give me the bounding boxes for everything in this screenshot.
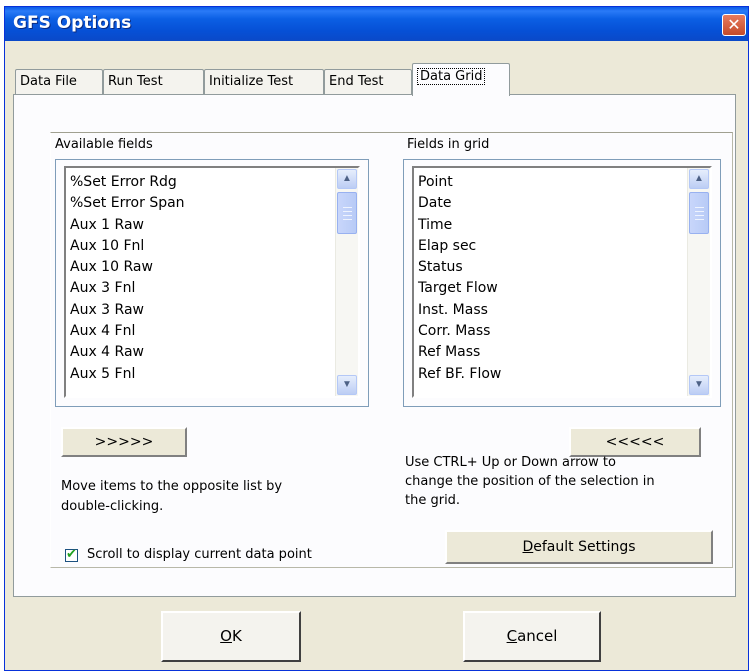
ok-button[interactable]: OK [161,611,301,662]
list-item[interactable]: Corr. Mass [418,321,501,342]
tab-label: Data Grid [417,68,486,85]
chevron-up-icon: ▲ [342,173,352,184]
grip-line [695,219,704,220]
grip-line [695,211,704,212]
scroll-thumb[interactable] [689,192,709,234]
tab-end-test[interactable]: End Test [324,69,412,95]
tab-run-test[interactable]: Run Test [103,69,204,95]
tab-label: Data File [20,74,77,89]
accelerator-key: O [220,627,232,645]
list-item[interactable]: %Set Error Span [70,193,185,214]
grip-line [695,207,704,208]
help-line: Use CTRL+ Up or Down arrow to [405,455,616,470]
move-help-text: Move items to the opposite list by doubl… [61,477,282,517]
tab-initialize-test[interactable]: Initialize Test [204,69,324,95]
fields-in-grid-frame: Point Date Time Elap sec Status Target F… [403,159,721,407]
list-item[interactable]: %Set Error Rdg [70,172,185,193]
grip-line [343,211,352,212]
grip-line [343,215,352,216]
reorder-help-text: Use CTRL+ Up or Down arrow to change the… [405,453,655,510]
move-right-label: >>>>> [94,434,154,450]
help-line: Move items to the opposite list by [61,479,283,494]
move-left-label: <<<<< [605,434,665,450]
accelerator-key: D [522,539,534,555]
available-fields-frame: %Set Error Rdg %Set Error Span Aux 1 Raw… [55,159,369,407]
tab-data-grid[interactable]: Data Grid [412,63,510,96]
help-line: double-clicking. [61,499,164,514]
title-bar[interactable]: GFS Options ✕ [5,7,748,41]
fields-group: Available fields %Set Error Rdg %Set Err… [50,132,733,568]
list-item[interactable]: Time [418,215,501,236]
chevron-down-icon: ▼ [342,379,352,390]
grip-line [343,219,352,220]
list-item[interactable]: Status [418,257,501,278]
scroll-up-button[interactable]: ▲ [689,169,709,189]
list-item[interactable]: Aux 10 Fnl [70,236,185,257]
fields-in-grid-list[interactable]: Point Date Time Elap sec Status Target F… [412,166,712,398]
grid-items: Point Date Time Elap sec Status Target F… [418,172,501,385]
list-item[interactable]: Inst. Mass [418,300,501,321]
scroll-checkbox[interactable]: ✔ [65,547,78,562]
list-item[interactable]: Ref BF. Flow [418,364,501,385]
scroll-down-button[interactable]: ▼ [689,375,709,395]
tab-label: End Test [329,74,384,89]
available-fields-label: Available fields [55,137,153,152]
list-item[interactable]: Aux 10 Raw [70,257,185,278]
grid-scrollbar[interactable]: ▲ ▼ [687,168,710,396]
tab-label: Initialize Test [209,74,294,89]
button-label: ancel [517,627,558,645]
scroll-thumb[interactable] [337,192,357,234]
scroll-checkbox-label[interactable]: Scroll to display current data point [87,547,312,562]
tab-panel-data-grid: Available fields %Set Error Rdg %Set Err… [13,94,736,597]
list-item[interactable]: Aux 3 Raw [70,300,185,321]
list-item[interactable]: Aux 3 Fnl [70,278,185,299]
list-item[interactable]: Aux 4 Fnl [70,321,185,342]
accelerator-key: C [506,627,518,645]
close-icon: ✕ [727,15,741,34]
list-item[interactable]: Date [418,193,501,214]
available-items: %Set Error Rdg %Set Error Span Aux 1 Raw… [70,172,185,385]
checkmark-icon: ✔ [66,547,77,562]
close-button[interactable]: ✕ [722,14,746,36]
scroll-down-button[interactable]: ▼ [337,375,357,395]
tab-data-file[interactable]: Data File [15,69,103,95]
list-item[interactable]: Point [418,172,501,193]
button-label: efault Settings [533,539,636,555]
list-item[interactable]: Target Flow [418,278,501,299]
list-item[interactable]: Aux 5 Fnl [70,364,185,385]
list-item[interactable]: Ref Mass [418,342,501,363]
grip-line [695,215,704,216]
scroll-up-button[interactable]: ▲ [337,169,357,189]
button-label: K [231,627,242,645]
help-line: the grid. [405,493,461,508]
window-title: GFS Options [13,13,132,33]
list-item[interactable]: Elap sec [418,236,501,257]
help-line: change the position of the selection in [405,474,655,489]
list-item[interactable]: Aux 1 Raw [70,215,185,236]
tab-label: Run Test [108,74,163,89]
default-settings-button[interactable]: Default Settings [445,530,713,564]
grip-line [343,207,352,208]
available-scrollbar[interactable]: ▲ ▼ [335,168,358,396]
chevron-down-icon: ▼ [694,379,704,390]
move-right-button[interactable]: >>>>> [61,427,187,457]
chevron-up-icon: ▲ [694,173,704,184]
cancel-button[interactable]: Cancel [463,611,601,662]
fields-in-grid-label: Fields in grid [407,137,490,152]
list-item[interactable]: Aux 4 Raw [70,342,185,363]
gfs-options-dialog: GFS Options ✕ Data File Run Test Initial… [4,6,749,671]
available-fields-list[interactable]: %Set Error Rdg %Set Error Span Aux 1 Raw… [64,166,360,398]
